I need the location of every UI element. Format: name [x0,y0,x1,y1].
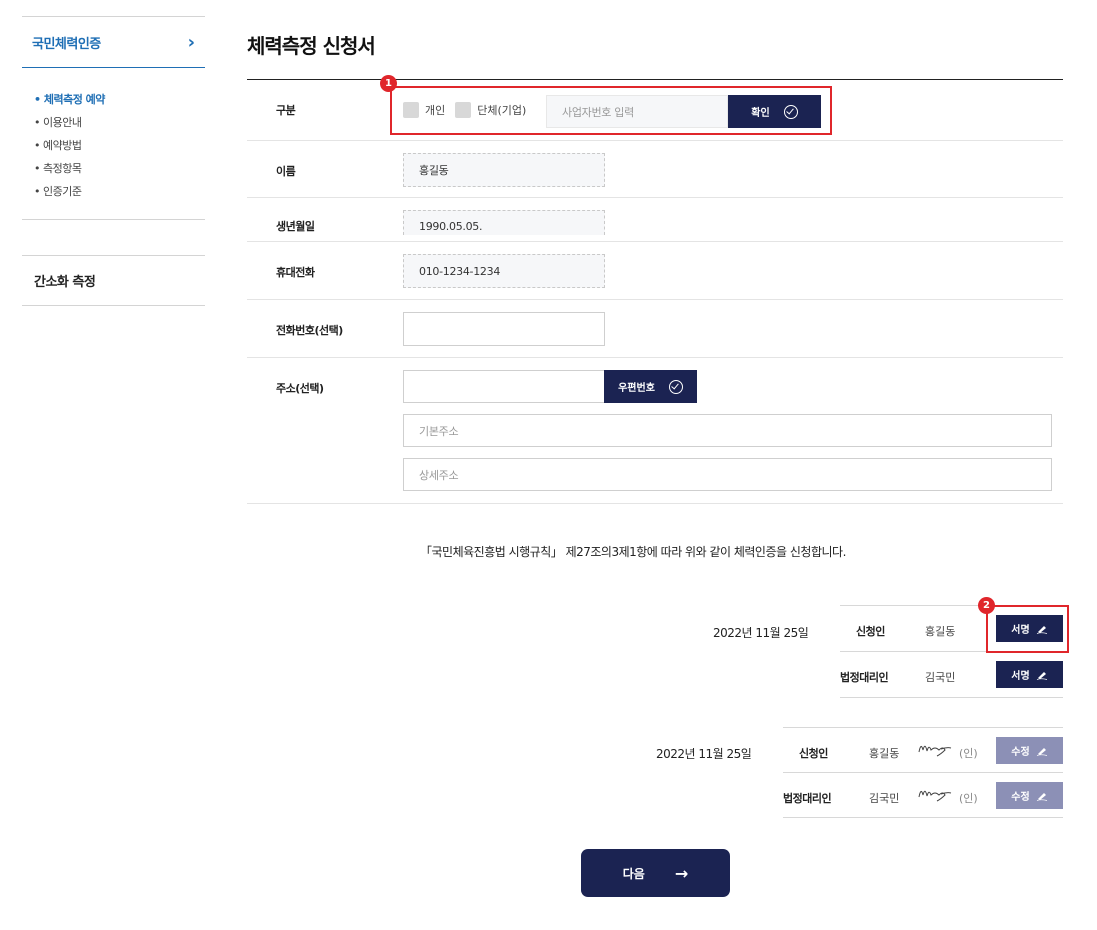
signature-image [918,790,952,802]
highlight-box-2 [986,605,1069,653]
signature-image [918,745,952,757]
badge-1: 1 [380,75,397,92]
edit-button-guardian[interactable]: 수정 [996,782,1063,809]
base-address-input[interactable]: 기본주소 [403,414,1052,447]
signed-row-applicant: 신청인 홍길동 (인) 수정 [783,728,1063,773]
mobile-field[interactable]: 010-1234-1234 [403,254,605,288]
consent-notice: 「국민체육진흥법 시행규칙」 제27조의3제1항에 따라 위와 같이 체력인증을… [420,545,846,559]
edit-button-label: 수정 [1011,747,1030,758]
sidebar-heading[interactable]: 국민체력인증 › [22,17,205,68]
next-button-label: 다음 [622,866,645,881]
name-field[interactable]: 홍길동 [403,153,605,187]
role-applicant: 신청인 [856,625,885,638]
check-circle-icon [668,379,683,394]
detail-address-input[interactable]: 상세주소 [403,458,1052,491]
signed-row-guardian: 법정대리인 김국민 (인) 수정 [783,773,1063,818]
seal-mark: (인) [959,747,978,760]
zipcode-button[interactable]: 우편번호 [604,370,697,403]
edit-button-label: 수정 [1011,792,1030,803]
category-label: 구분 [276,104,296,117]
sidebar-heading-label: 국민체력인증 [32,36,101,52]
sidebar-item-reservation[interactable]: • 체력측정 예약 [34,88,205,111]
next-button[interactable]: 다음 → [581,849,730,897]
role-guardian: 법정대리인 [840,671,889,684]
row-mobile: 휴대전화 010-1234-1234 [247,242,1063,300]
row-phone: 전화번호(선택) [247,300,1063,358]
zipcode-input[interactable] [403,370,605,403]
highlight-box-1 [390,86,832,135]
sign-date-1: 2022년 11월 25일 [713,626,809,640]
pen-icon [1036,792,1047,801]
sign-table-2: 신청인 홍길동 (인) 수정 법정대리인 김국민 (인) 수정 [783,727,1063,818]
role-applicant: 신청인 [799,747,828,760]
birth-field[interactable]: 1990.05.05. [403,210,605,235]
row-address: 주소(선택) 우편번호 기본주소 상세주소 [247,358,1063,504]
pen-icon [1036,747,1047,756]
row-birth: 생년월일 1990.05.05. [247,198,1063,242]
sign-button-guardian[interactable]: 서명 [996,661,1063,688]
zipcode-button-label: 우편번호 [618,383,655,394]
name-label: 이름 [276,165,296,178]
birth-label: 생년월일 [276,220,315,233]
sidebar-item-guide[interactable]: • 이용안내 [34,111,205,134]
phone-input[interactable] [403,312,605,346]
edit-button-applicant[interactable]: 수정 [996,737,1063,764]
page-title: 체력측정 신청서 [247,34,376,58]
seal-mark: (인) [959,792,978,805]
name-guardian: 김국민 [869,792,900,805]
name-applicant: 홍길동 [869,747,900,760]
sidebar-submenu: • 체력측정 예약 • 이용안내 • 예약방법 • 측정항목 • 인증기준 [22,68,205,220]
sidebar-item-criteria[interactable]: • 인증기준 [34,180,205,203]
mobile-label: 휴대전화 [276,266,315,279]
sidebar-item-items[interactable]: • 측정항목 [34,157,205,180]
chevron-right-icon: › [187,31,195,53]
name-applicant: 홍길동 [925,625,956,638]
sign-button-label: 서명 [1011,671,1030,682]
sign-date-2: 2022년 11월 25일 [656,747,752,761]
application-form: 구분 개인 단체(기업) 사업자번호 입력 확인 이름 홍길동 생년월일 199… [247,79,1063,504]
name-guardian: 김국민 [925,671,956,684]
sign-row-guardian: 법정대리인 김국민 서명 [840,652,1063,698]
sidebar: 국민체력인증 › • 체력측정 예약 • 이용안내 • 예약방법 • 측정항목 … [22,16,205,306]
sidebar-item-simplified[interactable]: 간소화 측정 [22,255,205,306]
arrow-right-icon: → [674,863,689,883]
pen-icon [1036,671,1047,680]
row-name: 이름 홍길동 [247,141,1063,198]
role-guardian: 법정대리인 [783,792,832,805]
sidebar-item-method[interactable]: • 예약방법 [34,134,205,157]
phone-label: 전화번호(선택) [276,324,343,337]
badge-2: 2 [978,597,995,614]
address-label: 주소(선택) [276,382,324,395]
